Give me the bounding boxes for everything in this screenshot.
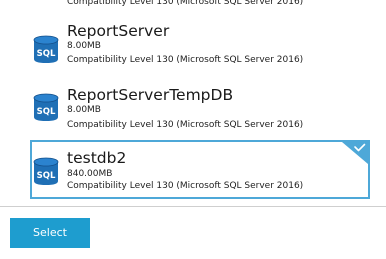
sql-database-icon: SQL (31, 34, 61, 64)
selected-checkmark-icon (342, 142, 368, 164)
database-size: 8.00MB (67, 105, 101, 115)
database-size: 840.00MB (67, 169, 113, 179)
database-name: ReportServerTempDB (67, 86, 234, 104)
select-button[interactable]: Select (10, 218, 90, 248)
svg-text:SQL: SQL (37, 171, 56, 181)
compatibility-level-text: Compatibility Level 130 (Microsoft SQL S… (67, 0, 304, 7)
svg-text:SQL: SQL (37, 49, 56, 59)
compatibility-level-text: Compatibility Level 130 (Microsoft SQL S… (67, 55, 304, 65)
database-name: ReportServer (67, 22, 170, 40)
list-item-selected[interactable]: SQL testdb2 840.00MB Compatibility Level… (30, 140, 370, 199)
list-item[interactable]: SQL ReportServerTempDB 8.00MB Compatibil… (30, 84, 370, 136)
list-item[interactable]: SQL ReportServer 8.00MB Compatibility Le… (30, 20, 370, 72)
list-item[interactable]: Compatibility Level 130 (Microsoft SQL S… (30, 0, 370, 8)
compatibility-level-text: Compatibility Level 130 (Microsoft SQL S… (67, 120, 304, 130)
database-name: testdb2 (67, 149, 127, 167)
svg-text:SQL: SQL (37, 107, 56, 117)
database-picker-panel: Compatibility Level 130 (Microsoft SQL S… (0, 0, 386, 259)
database-list: Compatibility Level 130 (Microsoft SQL S… (0, 0, 386, 205)
sql-database-icon: SQL (31, 92, 61, 122)
compatibility-level-text: Compatibility Level 130 (Microsoft SQL S… (67, 181, 304, 191)
database-size: 8.00MB (67, 41, 101, 51)
sql-database-icon: SQL (31, 156, 61, 186)
footer-divider (0, 206, 386, 207)
